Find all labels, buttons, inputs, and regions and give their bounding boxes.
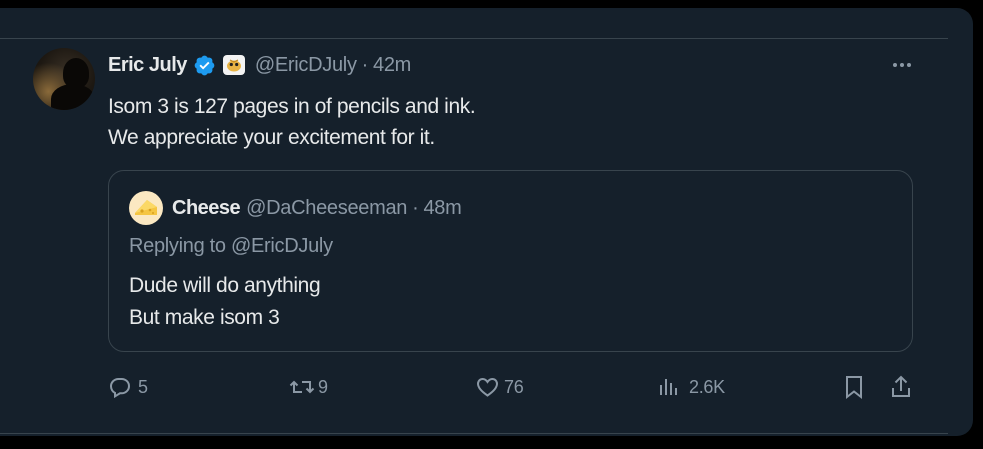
views-count: 2.6K	[689, 376, 725, 397]
quoted-author-name[interactable]: Cheese	[172, 197, 241, 220]
quoted-text-line: But make isom 3	[129, 306, 280, 329]
bookmark-button[interactable]	[842, 374, 866, 400]
reply-button[interactable]: 5	[108, 374, 148, 400]
quoted-author-avatar[interactable]	[129, 191, 163, 225]
bookmark-icon	[846, 376, 862, 400]
retweet-icon	[289, 380, 315, 394]
share-button[interactable]	[889, 374, 913, 400]
quoted-tweet-text: Dude will do anything But make isom 3	[129, 270, 321, 334]
tweet-text-line: Isom 3 is 127 pages in of pencils and in…	[108, 95, 476, 118]
tweet-text: Isom 3 is 127 pages in of pencils and in…	[108, 91, 476, 153]
like-button[interactable]: 76	[475, 374, 524, 400]
reply-count: 5	[138, 376, 148, 397]
analytics-icon	[660, 379, 677, 395]
author-avatar[interactable]	[33, 48, 95, 110]
affiliate-badge-icon[interactable]	[222, 55, 245, 75]
share-icon	[892, 375, 910, 397]
quoted-author-handle[interactable]: @DaCheeseeman	[246, 197, 407, 220]
author-name[interactable]: Eric July	[108, 54, 187, 77]
tweet-text-line: We appreciate your excitement for it.	[108, 126, 435, 149]
quoted-tweet-header: Cheese @DaCheeseeman · 48m	[129, 191, 462, 225]
quoted-timestamp[interactable]: 48m	[423, 197, 461, 220]
retweet-button[interactable]: 9	[289, 374, 328, 400]
separator-dot: ·	[412, 196, 419, 219]
tweet-header: Eric July @EricDJuly · 42m	[108, 52, 411, 78]
retweet-count: 9	[318, 376, 328, 397]
heart-icon	[476, 377, 499, 397]
views-button[interactable]: 2.6K	[657, 374, 725, 400]
verified-badge-icon[interactable]	[193, 54, 216, 77]
reply-icon	[109, 378, 131, 399]
divider-bottom	[0, 433, 948, 434]
like-count: 76	[504, 376, 524, 397]
divider-top	[0, 38, 948, 39]
quoted-tweet[interactable]: Cheese @DaCheeseeman · 48m Replying to @…	[108, 170, 913, 352]
more-options-icon[interactable]	[888, 55, 916, 75]
replying-to[interactable]: Replying to @EricDJuly	[129, 235, 333, 258]
separator-dot: ·	[361, 53, 369, 76]
cheese-icon	[135, 200, 157, 215]
quoted-text-line: Dude will do anything	[129, 274, 321, 297]
author-handle[interactable]: @EricDJuly	[255, 54, 357, 77]
tweet-timestamp[interactable]: 42m	[373, 54, 411, 77]
